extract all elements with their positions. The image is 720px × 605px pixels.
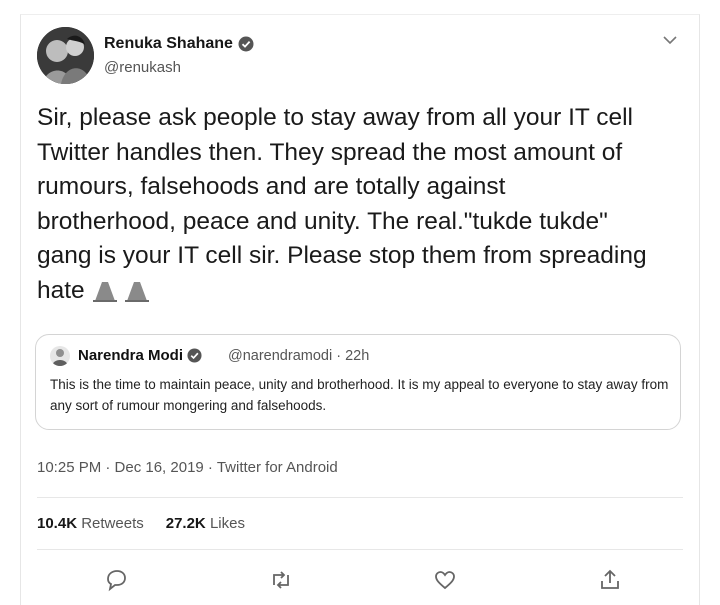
tweet-body: Sir, please ask people to stay away from… (37, 101, 697, 312)
tweet-text: Sir, please ask people to stay away from… (37, 104, 647, 304)
quoted-author-name-row[interactable]: Narendra Modi (78, 347, 202, 364)
quoted-author-name[interactable]: Narendra Modi (78, 347, 183, 364)
author-name-row[interactable]: Renuka Shahane (104, 35, 254, 53)
verified-badge-icon (187, 348, 202, 363)
profile-photo-icon (37, 27, 94, 84)
reply-icon[interactable] (103, 567, 129, 593)
author-handle[interactable]: @renukash (104, 59, 181, 76)
profile-photo-icon (50, 346, 70, 366)
quoted-author-avatar[interactable] (50, 346, 70, 366)
divider (37, 497, 683, 498)
chevron-down-icon[interactable] (661, 31, 679, 49)
author-avatar[interactable] (37, 27, 94, 84)
author-name[interactable]: Renuka Shahane (104, 35, 233, 53)
verified-badge-icon (238, 36, 254, 52)
likes-count: 27.2K (165, 515, 206, 532)
tweet-stats: 10.4K Retweets 27.2K Likes (37, 515, 245, 532)
tweet-timestamp[interactable]: 10:25 PM · Dec 16, 2019 · Twitter for An… (37, 459, 338, 476)
action-bar (103, 567, 623, 593)
likes-stat[interactable]: 27.2K Likes (166, 515, 245, 532)
share-icon[interactable] (597, 567, 623, 593)
like-icon[interactable] (432, 567, 458, 593)
tweet-card: Renuka Shahane @renukash Sir, please ask… (20, 14, 700, 605)
retweets-count: 10.4K (37, 515, 78, 532)
quoted-author-handle[interactable]: @narendramodi · 22h (228, 348, 369, 364)
retweet-icon[interactable] (268, 567, 294, 593)
folded-hands-icon (91, 278, 153, 313)
divider (37, 549, 683, 550)
quoted-tweet-text: This is the time to maintain peace, unit… (50, 377, 669, 413)
likes-label: Likes (209, 515, 245, 532)
retweets-stat[interactable]: 10.4K Retweets (37, 515, 144, 532)
retweets-label: Retweets (81, 515, 144, 532)
quoted-tweet[interactable]: Narendra Modi @narendramodi · 22h This i… (35, 334, 681, 430)
